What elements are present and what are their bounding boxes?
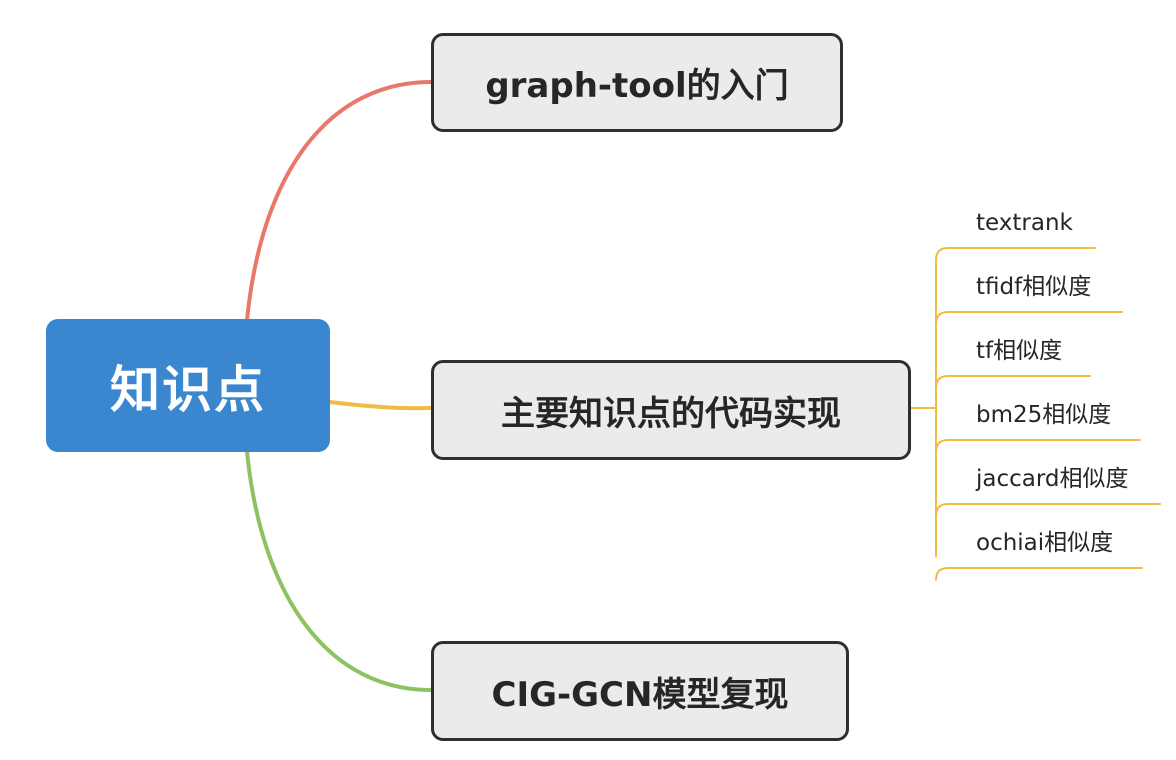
edge-leaf-5 — [935, 567, 1143, 581]
edge-root-to-branch-0 — [245, 80, 433, 322]
edge-leaf-4 — [935, 503, 1161, 517]
edge-leaf-3 — [935, 439, 1141, 453]
leaf-node-jaccard-similarity[interactable]: jaccard相似度 — [976, 464, 1129, 494]
edge-leaf-0 — [935, 247, 1096, 261]
leaf-node-ochiai-similarity[interactable]: ochiai相似度 — [976, 528, 1113, 558]
branch-node-label: 主要知识点的代码实现 — [501, 393, 841, 434]
leaf-node-tf-similarity[interactable]: tf相似度 — [976, 336, 1062, 366]
root-node-label: 知识点 — [110, 360, 266, 419]
edge-leaf-2 — [935, 375, 1091, 389]
branch-node-label: graph-tool的入门 — [485, 66, 789, 106]
root-node-knowledge-points[interactable]: 知识点 — [46, 319, 330, 452]
branch-node-graph-tool-intro[interactable]: graph-tool的入门 — [431, 33, 843, 132]
branch-node-code-implementation[interactable]: 主要知识点的代码实现 — [431, 360, 911, 460]
leaf-node-bm25-similarity[interactable]: bm25相似度 — [976, 400, 1111, 430]
leaf-node-textrank[interactable]: textrank — [976, 208, 1073, 238]
branch-node-label: CIG-GCN模型复现 — [491, 674, 789, 715]
leaf-node-tfidf-similarity[interactable]: tfidf相似度 — [976, 272, 1091, 302]
edge-leaf-1 — [935, 311, 1123, 325]
edge-root-to-branch-1 — [328, 400, 433, 411]
edge-root-to-branch-2 — [245, 450, 433, 692]
branch-node-cig-gcn-reproduction[interactable]: CIG-GCN模型复现 — [431, 641, 849, 741]
